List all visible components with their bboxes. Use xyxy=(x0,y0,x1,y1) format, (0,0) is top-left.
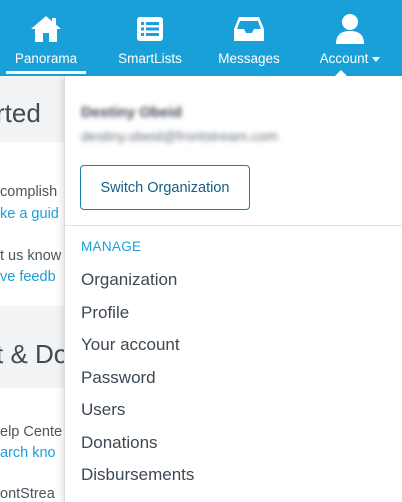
nav-account-label: Account xyxy=(320,51,381,66)
nav-panorama-label: Panorama xyxy=(14,51,78,66)
dropdown-pointer xyxy=(334,70,348,77)
nav-panorama[interactable]: Panorama xyxy=(0,0,92,76)
top-nav-bar: Panorama SmartLists Messages Account xyxy=(0,0,402,76)
inbox-icon xyxy=(232,12,266,46)
bg-link-search-knowledge[interactable]: arch kno xyxy=(0,445,56,461)
manage-menu: Organization Profile Your account Passwo… xyxy=(65,264,402,492)
menu-item-password[interactable]: Password xyxy=(65,362,402,395)
nav-account[interactable]: Account xyxy=(302,0,398,76)
menu-item-disbursements[interactable]: Disbursements xyxy=(65,459,402,492)
nav-messages[interactable]: Messages xyxy=(204,0,294,76)
manage-section-label: MANAGE xyxy=(81,239,142,254)
list-icon xyxy=(133,12,167,46)
bg-text-accomplish: complish xyxy=(0,184,58,200)
nav-smartlists-label: SmartLists xyxy=(118,51,182,66)
divider xyxy=(65,225,402,226)
bg-text-let-us-know: t us know xyxy=(0,248,62,264)
active-tab-indicator xyxy=(6,71,86,74)
menu-item-users[interactable]: Users xyxy=(65,394,402,427)
background-page: rted complish ke a guid t us know ve fee… xyxy=(0,76,64,502)
chevron-down-icon xyxy=(372,56,381,62)
bg-link-guide[interactable]: ke a guid xyxy=(0,206,59,222)
bg-text-help-center: elp Cente xyxy=(0,424,63,440)
bg-link-feedback[interactable]: ve feedb xyxy=(0,269,56,285)
nav-messages-label: Messages xyxy=(218,51,280,66)
menu-item-organization[interactable]: Organization xyxy=(65,264,402,297)
menu-item-donations[interactable]: Donations xyxy=(65,427,402,460)
menu-item-profile[interactable]: Profile xyxy=(65,297,402,330)
switch-organization-button[interactable]: Switch Organization xyxy=(80,165,250,210)
home-icon xyxy=(29,12,63,46)
user-name: Destiny Obeid xyxy=(81,104,182,121)
user-email: destiny.obeid@frontstream.com xyxy=(81,128,278,144)
bg-heading-support: t & Do xyxy=(0,339,64,369)
account-label-text: Account xyxy=(319,51,369,66)
nav-smartlists[interactable]: SmartLists xyxy=(104,0,196,76)
bg-heading-getting-started: rted xyxy=(0,98,41,128)
menu-item-your-account[interactable]: Your account xyxy=(65,329,402,362)
account-dropdown: Destiny Obeid destiny.obeid@frontstream.… xyxy=(64,76,402,502)
user-icon xyxy=(333,12,367,46)
bg-text-frontstream: ontStrea xyxy=(0,486,55,502)
